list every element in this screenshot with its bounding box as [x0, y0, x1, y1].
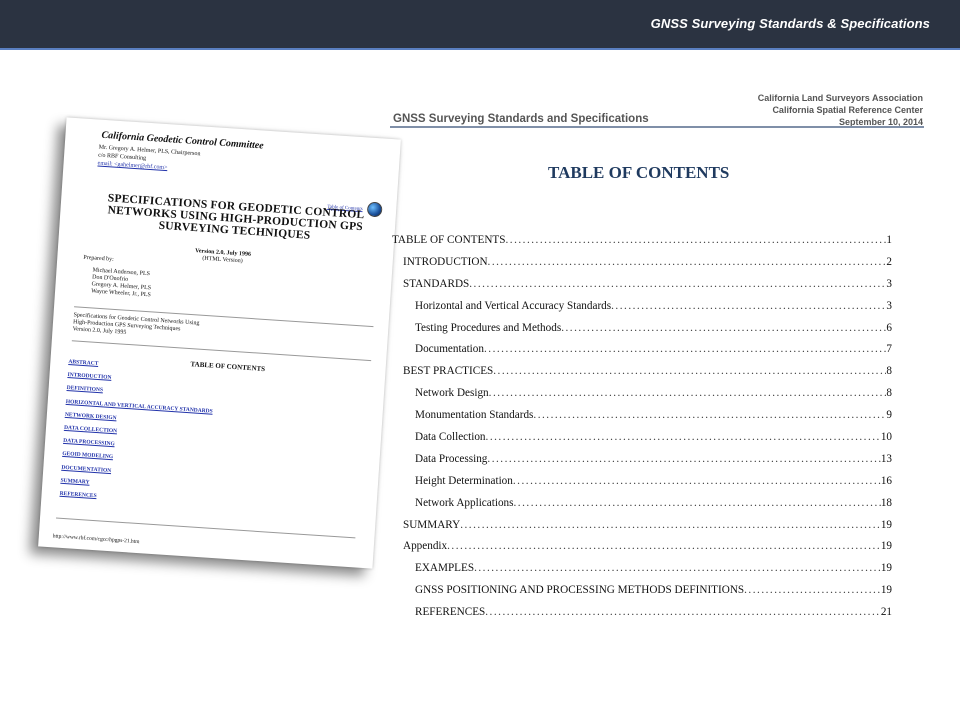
org-name-1: California Land Surveyors Association [757, 93, 923, 103]
toc-heading: TABLE OF CONTENTS [548, 163, 730, 182]
prepared-by-label: Prepared by: [83, 254, 114, 263]
toc-page-number: 8 [886, 387, 892, 400]
toc-page-number: 19 [880, 562, 892, 575]
divider [56, 517, 356, 539]
slide-title: GNSS Surveying Standards & Specification… [650, 16, 930, 31]
toc-page-number: 16 [880, 474, 892, 487]
old-document-title: SPECIFICATIONS FOR GEODETIC CONTROL NETW… [99, 192, 371, 246]
toc-page-number: 6 [886, 321, 892, 334]
document-title: GNSS Surveying Standards and Specificati… [393, 113, 649, 125]
title-bar: GNSS Surveying Standards & Specification… [0, 0, 960, 50]
toc-entry[interactable]: Appendix19 [392, 540, 892, 562]
toc-page-number: 1 [886, 234, 892, 246]
toc-entry[interactable]: BEST PRACTICES8 [392, 365, 892, 387]
citation: Specifications for Geodetic Control Netw… [72, 312, 199, 341]
old-toc-links: ABSTRACT INTRODUCTION DEFINITIONS HORIZO… [59, 356, 216, 511]
toc-entry[interactable]: Horizontal and Vertical Accuracy Standar… [392, 300, 892, 322]
toc-page-number: 2 [886, 255, 892, 268]
toc-entry[interactable]: Network Applications18 [392, 497, 892, 519]
toc-entry[interactable]: SUMMARY19 [392, 519, 892, 541]
toc-entry[interactable]: Data Collection10 [392, 431, 892, 453]
toc-page-number: 18 [880, 496, 892, 509]
toc-entry[interactable]: GNSS POSITIONING AND PROCESSING METHODS … [392, 584, 892, 606]
toc-page-number: 3 [886, 277, 892, 290]
toc-page-number: 9 [886, 409, 892, 422]
header-rule [390, 126, 924, 128]
org-name-2: California Spatial Reference Center [772, 105, 923, 115]
contact-block: Mr. Gregory A. Helmer, PLS, Chairperson … [97, 144, 200, 175]
toc-entry[interactable]: Monumentation Standards9 [392, 409, 892, 431]
toc-list: TABLE OF CONTENTS1 INTRODUCTION2 STANDAR… [392, 234, 892, 628]
toc-page-number: 19 [880, 540, 892, 553]
toc-page-number: 19 [880, 584, 892, 597]
toc-page-number: 21 [880, 606, 892, 619]
toc-page-number: 7 [886, 343, 892, 356]
old-spec-document-image: California Geodetic Control Committee Mr… [38, 117, 401, 569]
toc-page-number: 19 [880, 518, 892, 531]
toc-page-number: 3 [886, 299, 892, 312]
toc-entry[interactable]: REFERENCES21 [392, 606, 892, 628]
page-url: http://www.rbf.com/cgcc/hpgps-21.htm [52, 533, 140, 546]
toc-entry[interactable]: Documentation7 [392, 343, 892, 365]
toc-entry[interactable]: Network Design8 [392, 387, 892, 409]
toc-entry[interactable]: Data Processing13 [392, 453, 892, 475]
toc-entry[interactable]: STANDARDS3 [392, 278, 892, 300]
divider [71, 340, 372, 362]
toc-entry[interactable]: TABLE OF CONTENTS1 [392, 234, 892, 256]
toc-page-number: 10 [880, 431, 892, 444]
toc-page-number: 13 [880, 452, 892, 465]
authors-list: Michael Anderson, PLS Don D'Onofrio Greg… [91, 267, 153, 299]
toc-entry[interactable]: EXAMPLES19 [392, 562, 892, 584]
toc-entry[interactable]: INTRODUCTION2 [392, 256, 892, 278]
toc-entry[interactable]: Testing Procedures and Methods6 [392, 322, 892, 344]
version-info: Version 2.0, July 1996 (HTML Version) [177, 247, 268, 267]
toc-page-number: 8 [886, 365, 892, 378]
toc-entry[interactable]: Height Determination16 [392, 475, 892, 497]
